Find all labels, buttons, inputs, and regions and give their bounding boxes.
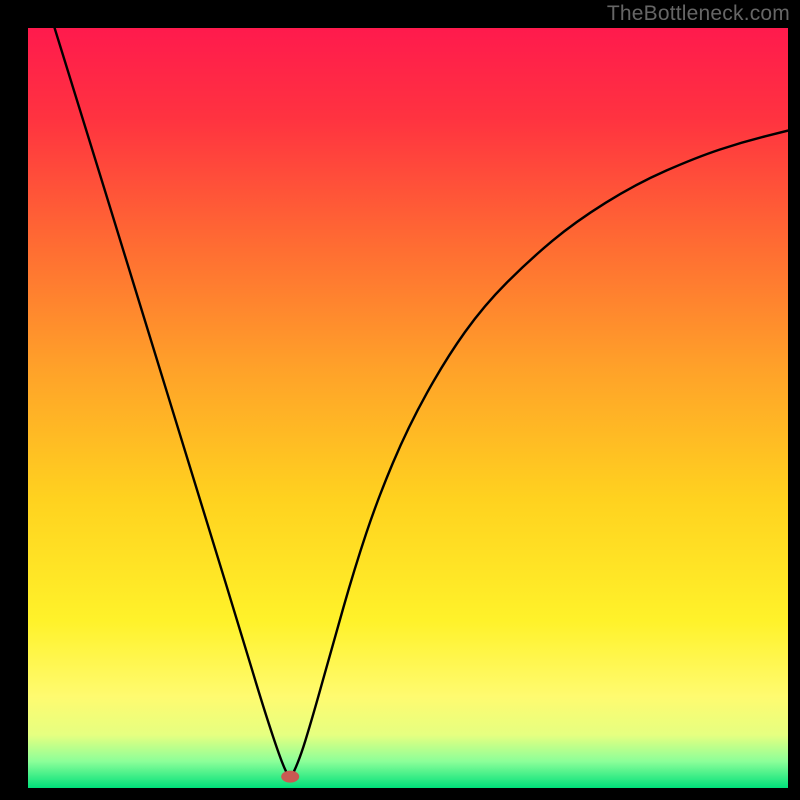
plot-svg (28, 28, 788, 788)
plot-area (28, 28, 788, 788)
gradient-background (28, 28, 788, 788)
watermark-text: TheBottleneck.com (607, 2, 790, 26)
chart-frame: TheBottleneck.com (0, 0, 800, 800)
optimum-marker (281, 771, 299, 783)
